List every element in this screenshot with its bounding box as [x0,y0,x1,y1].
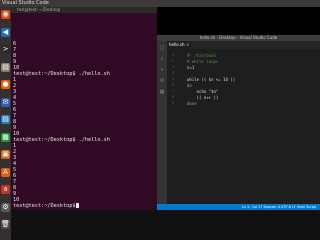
terminal-titlebar[interactable]: test@test: ~/Desktop [11,7,157,13]
trash-icon[interactable]: 🗑 [1,220,10,229]
code-line[interactable]: n=1 [187,65,194,70]
libreoffice-calc-icon-glyph: ▦ [2,132,9,141]
vscode-icon-glyph: ◀ [2,27,9,36]
libreoffice-impress-icon-glyph: ▣ [2,150,9,158]
code-line[interactable]: do [187,83,192,88]
ubuntu-dash-icon[interactable]: ◉ [1,10,10,19]
code-editor[interactable]: 1 #! /bin/bash 2 # while loops 3 n=1 4 5 while (… [167,49,320,204]
vscode-window[interactable]: hello.sh - Desktop - Visual Studio Code … [157,35,320,210]
text-cursor [76,203,80,208]
thunderbird-icon-glyph: ✉ [2,97,9,106]
terminal-icon-glyph: > [2,45,9,53]
files-icon[interactable]: ▤ [1,62,10,72]
active-app-title: Visual Studio Code [2,0,49,6]
debug-icon[interactable]: ⊘ [159,78,165,84]
line-number: 2 [171,59,174,63]
libreoffice-impress-icon[interactable]: ▣ [1,150,10,159]
line-number: 7 [171,89,174,93]
line-number: 8 [171,95,174,99]
thunderbird-icon[interactable]: ✉ [1,97,10,107]
line-number: 3 [171,65,174,69]
line-number: 5 [171,77,174,81]
code-line[interactable]: done [187,101,197,106]
trash-icon-glyph: 🗑 [1,220,10,228]
code-line[interactable]: #! /bin/bash [187,53,216,58]
top-menu-bar: Visual Studio Code [0,0,320,7]
desktop-background [11,210,320,240]
search-icon[interactable]: ⌕ [159,56,165,62]
launcher-dock: ◉ ◀ > ▤ ● ✉ ▤ ▦ ▣ Aa ⚙ 🗑 [0,7,11,240]
code-line[interactable]: # while loops [187,59,218,64]
files-icon-glyph: ▤ [2,62,9,71]
libreoffice-calc-icon[interactable]: ▦ [1,132,10,142]
line-number: 4 [171,71,174,75]
vscode-icon[interactable]: ◀ [1,27,10,37]
tab-hello-sh[interactable]: hello.sh × [167,41,191,49]
amazon-icon[interactable]: a [1,185,10,194]
settings-icon[interactable]: ⚙ [1,202,10,212]
libreoffice-writer-icon-glyph: ▤ [2,115,9,123]
line-number: 9 [171,101,174,105]
terminal-line: test@test:~/Desktop$ [13,203,80,209]
terminal-line: test@test:~/Desktop$ ./hello.sh [13,137,110,143]
firefox-icon-glyph: ● [2,80,9,88]
code-line[interactable]: while (( $n <= 10 )) [187,77,235,82]
amazon-icon-glyph: a [3,185,8,193]
tab-label: hello.sh [169,42,185,47]
code-line[interactable]: echo "$n" [187,89,219,94]
line-number: 1 [171,53,174,57]
software-center-icon-glyph: A [3,167,8,176]
libreoffice-writer-icon[interactable]: ▤ [1,115,10,124]
terminal-icon[interactable]: > [1,45,10,54]
source-control-icon[interactable]: ⑂ [159,67,165,73]
terminal-window[interactable]: test@test: ~/Desktop 6 7 8 9 10 test@test:~/D… [11,7,157,210]
software-center-icon[interactable]: A [1,167,10,177]
extensions-icon[interactable]: ▦ [159,89,165,95]
firefox-icon[interactable]: ● [1,80,10,89]
close-icon[interactable]: × [186,41,189,49]
settings-icon-glyph: ⚙ [2,202,9,211]
terminal-title: test@test: ~/Desktop [17,7,61,12]
activity-bar: ▢ ⌕ ⑂ ⊘ ▦ [157,41,167,204]
ubuntu-dash-icon-glyph: ◉ [2,10,9,18]
terminal-line: test@test:~/Desktop$ ./hello.sh [13,71,110,77]
explorer-icon[interactable]: ▢ [159,45,165,51]
code-line[interactable]: (( n++ )) [187,95,219,100]
line-number: 6 [171,83,174,87]
editor-tabs: hello.sh × [167,41,320,49]
